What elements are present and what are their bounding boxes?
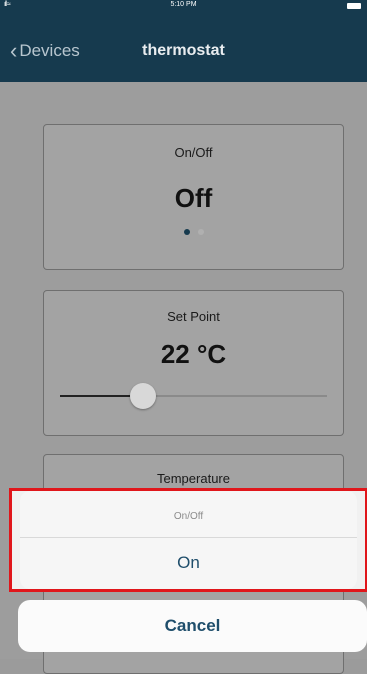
slider-thumb[interactable]	[129, 383, 156, 409]
action-sheet-title: On/Off	[173, 511, 204, 522]
page-dot-active	[183, 229, 190, 235]
setpoint-label: Set Point	[167, 309, 220, 324]
nav-bar: ‹ Devices thermostat	[0, 12, 367, 82]
option-on-button[interactable]: On	[20, 553, 357, 573]
setpoint-card: Set Point 22 °C	[43, 290, 344, 436]
battery-icon	[347, 3, 361, 9]
status-time: 5:10 PM	[170, 1, 197, 8]
page-indicator[interactable]	[44, 229, 343, 235]
page-dot	[197, 229, 204, 235]
divider	[20, 537, 357, 538]
temperature-label: Temperature	[157, 471, 230, 486]
page-title: thermostat	[142, 42, 225, 59]
onoff-label: On/Off	[174, 145, 213, 160]
setpoint-value: 22 °C	[160, 339, 227, 369]
setpoint-slider[interactable]	[60, 383, 327, 409]
status-bar: ıll ≈ 5:10 PM	[0, 0, 367, 12]
action-sheet-highlight: On/Off On	[9, 488, 367, 592]
cancel-button[interactable]: Cancel	[18, 600, 367, 652]
onoff-card[interactable]: On/Off Off	[43, 124, 344, 270]
action-sheet: On/Off On	[20, 491, 357, 589]
onoff-value: Off	[174, 183, 213, 213]
